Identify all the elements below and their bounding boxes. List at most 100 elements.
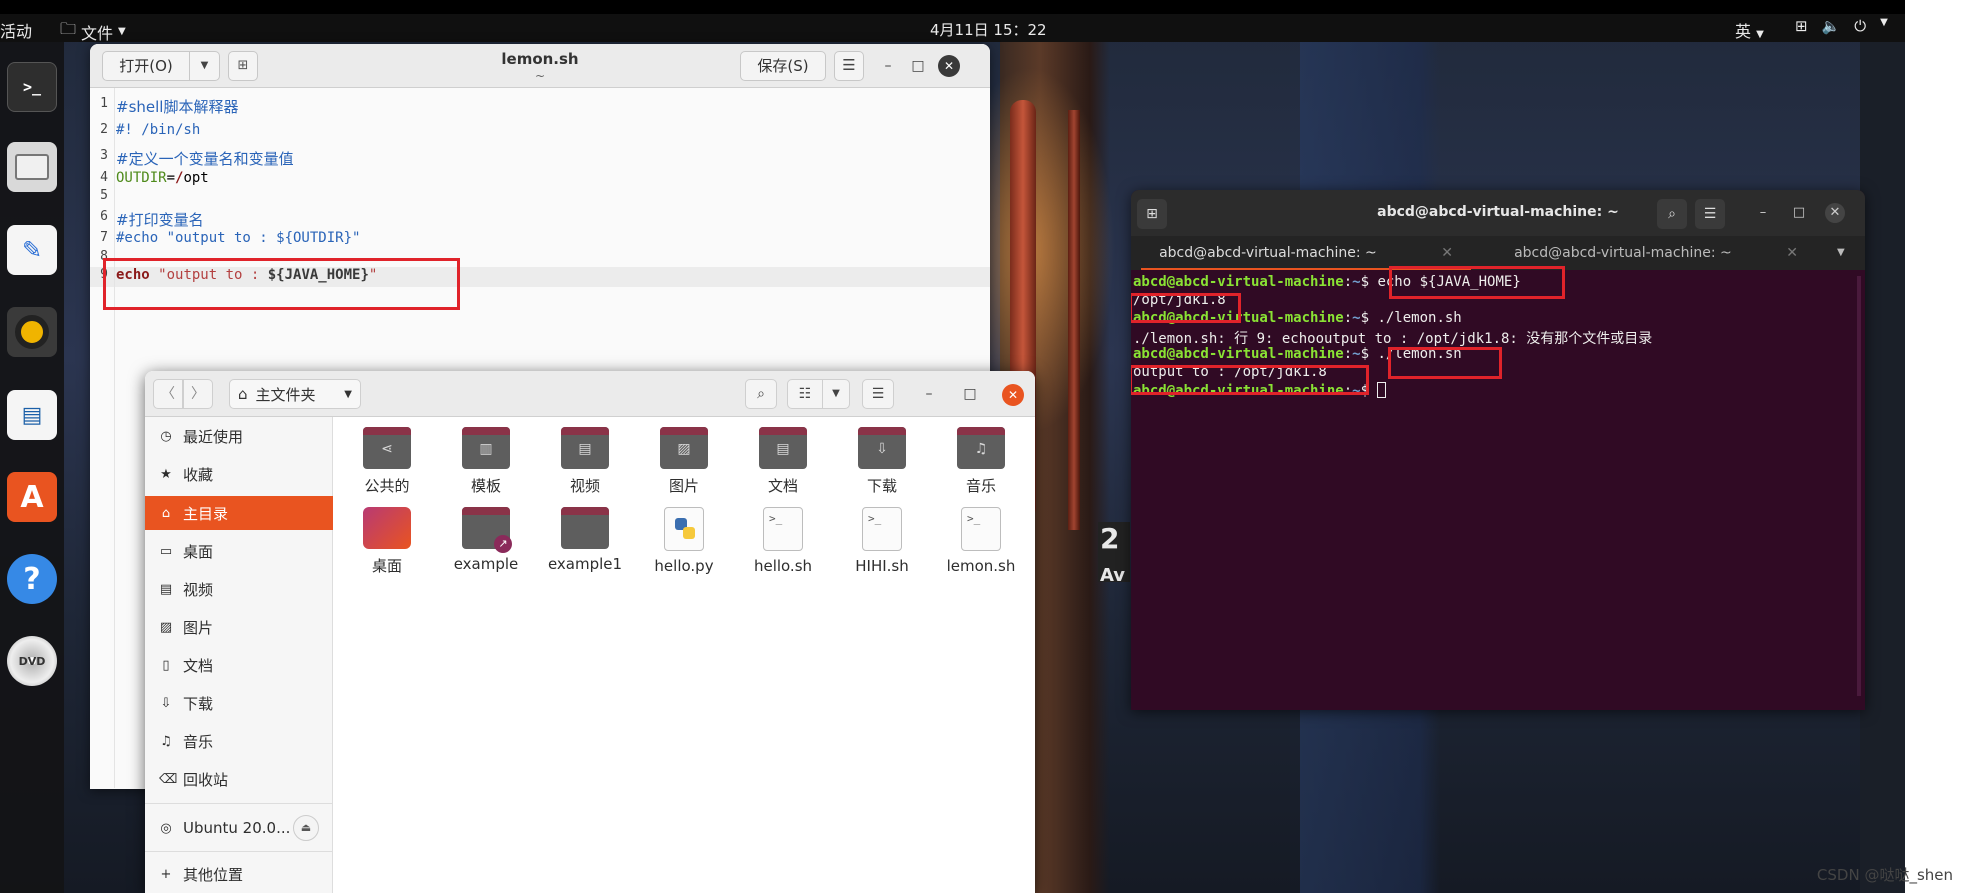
terminal-icon[interactable]: >_ (7, 62, 57, 112)
sidebar-item-label: 其他位置 (183, 865, 244, 884)
files-sidebar: ◷ 最近使用 ★ 收藏 ⌂ 主目录 ▭ 桌面 ▤ 视频 ▨ 图片 ▯ 文档 ⇩ 下载 ♫ 音乐 ⌫… (145, 417, 333, 893)
code-line: 4 OUTDIR=/opt (90, 170, 990, 190)
folder-templates[interactable]: ▥ 模板 (442, 427, 530, 496)
terminal-tab[interactable]: abcd@abcd-virtual-machine: ~ ✕ (1491, 236, 1821, 270)
folder-icon: ▨ (660, 427, 708, 469)
folder-desktop[interactable]: 桌面 (343, 507, 431, 576)
clock[interactable]: 4月11日 15：22 (930, 19, 1047, 40)
maximize-icon: □ (911, 58, 925, 74)
folder-public[interactable]: ⋖ 公共的 (343, 427, 431, 496)
file-label: 图片 (668, 477, 699, 495)
video-icon: ▤ (159, 581, 173, 597)
file-label: 下载 (866, 477, 897, 495)
star-icon: ★ (160, 466, 172, 482)
search-button[interactable]: ⌕ (1657, 199, 1687, 229)
file-label: example (453, 555, 519, 573)
sidebar-item-pictures[interactable]: ▨ 图片 (145, 610, 333, 644)
download-icon: ⇩ (160, 695, 172, 711)
file-lemon-sh[interactable]: >_ lemon.sh (937, 507, 1025, 575)
file-hihi-sh[interactable]: >_ HIHI.sh (838, 507, 926, 575)
terminal-menu-button[interactable]: ☰ (1695, 199, 1725, 229)
sidebar-item-downloads[interactable]: ⇩ 下载 (145, 686, 333, 720)
sidebar-item-starred[interactable]: ★ 收藏 (145, 457, 333, 491)
text-editor-icon[interactable]: ✎ (7, 225, 57, 275)
code-line: 2 #! /bin/sh (90, 122, 990, 142)
sidebar-item-label: 图片 (183, 618, 214, 637)
folder-icon: ⋖ (363, 427, 411, 469)
code-line: 5 (90, 188, 990, 208)
search-button[interactable]: ⌕ (745, 379, 777, 409)
folder-documents[interactable]: ▤ 文档 (739, 427, 827, 496)
activities-button[interactable]: 活动 (0, 18, 32, 42)
input-method-menu[interactable]: 英 ▼ (1735, 18, 1764, 42)
app-menu[interactable]: 🗀 文件 ▼ (60, 18, 126, 45)
sidebar-item-other-locations[interactable]: + 其他位置 (145, 857, 333, 891)
folder-videos[interactable]: ▤ 视频 (541, 427, 629, 496)
annotation-box (1389, 266, 1565, 299)
search-icon: ⌕ (757, 386, 765, 402)
file-hello-py[interactable]: hello.py (640, 507, 728, 575)
eject-button[interactable]: ⏏ (293, 815, 319, 841)
minimize-button[interactable]: – (877, 55, 899, 77)
power-icon: ⏻ (1854, 17, 1867, 35)
sidebar-item-desktop[interactable]: ▭ 桌面 (145, 534, 333, 568)
folder-example1[interactable]: example1 (541, 507, 629, 573)
save-button[interactable]: 保存(S) (740, 51, 826, 81)
sidebar-item-home[interactable]: ⌂ 主目录 (145, 496, 333, 530)
folder-icon: 🗀 (60, 19, 77, 38)
close-button[interactable]: ✕ (938, 55, 960, 77)
sidebar-item-recent[interactable]: ◷ 最近使用 (145, 419, 333, 453)
sidebar-item-label: 文档 (183, 656, 214, 675)
view-list-button[interactable]: ☷ (787, 379, 823, 409)
sidebar-item-documents[interactable]: ▯ 文档 (145, 648, 333, 682)
minimize-button[interactable]: – (1753, 203, 1773, 223)
sidebar-item-videos[interactable]: ▤ 视频 (145, 572, 333, 606)
forward-button[interactable]: 〉 (183, 379, 213, 409)
code-text: #shell脚本解释器 (116, 98, 239, 116)
hamburger-icon: ☰ (842, 56, 856, 74)
maximize-button[interactable]: □ (959, 383, 981, 405)
folder-downloads[interactable]: ⇩ 下载 (838, 427, 926, 496)
terminal-scrollbar[interactable] (1857, 276, 1861, 696)
software-center-icon[interactable]: A (7, 472, 57, 522)
editor-headerbar: 打开(O) ▼ ⊞ lemon.sh ~ 保存(S) ☰ – □ ✕ (90, 44, 990, 88)
files-menu-button[interactable]: ☰ (862, 379, 894, 409)
maximize-button[interactable]: □ (907, 55, 929, 77)
plus-icon: + (160, 866, 172, 882)
view-options-button[interactable]: ▼ (822, 379, 850, 409)
file-label: 模板 (470, 477, 501, 495)
home-icon: ⌂ (161, 505, 171, 521)
close-icon[interactable]: ✕ (1441, 245, 1453, 261)
folder-example[interactable]: ↗ example (442, 507, 530, 573)
input-method-label: 英 (1735, 22, 1752, 41)
system-menu[interactable]: ⊞ 🔈 ⏻ ▼ (1795, 17, 1888, 35)
python-file-icon (664, 507, 704, 551)
tab-label: abcd@abcd-virtual-machine: ~ (1159, 245, 1377, 261)
rhythmbox-icon[interactable] (7, 307, 57, 357)
terminal-tab[interactable]: abcd@abcd-virtual-machine: ~ ✕ (1141, 236, 1471, 270)
files-window: 〈 〉 ⌂ 主文件夹 ▼ ⌕ ☷ ▼ ☰ – □ ✕ ◷ 最近使用 ★ 收藏 ⌂ 主目… (145, 371, 1035, 893)
files-icon[interactable] (7, 142, 57, 192)
dvd-icon[interactable]: DVD (7, 636, 57, 686)
folder-music[interactable]: ♫ 音乐 (937, 427, 1025, 496)
chevron-right-icon: 〉 (191, 386, 205, 402)
editor-menu-button[interactable]: ☰ (834, 51, 864, 81)
top-bar: 活动 🗀 文件 ▼ 4月11日 15：22 英 ▼ ⊞ 🔈 ⏻ ▼ (0, 0, 1905, 45)
tabs-menu-button[interactable]: ▼ (1837, 236, 1845, 270)
path-bar-home[interactable]: ⌂ 主文件夹 ▼ (229, 379, 361, 409)
close-button[interactable]: ✕ (1002, 384, 1024, 406)
folder-pictures[interactable]: ▨ 图片 (640, 427, 728, 496)
close-button[interactable]: ✕ (1825, 203, 1845, 223)
libreoffice-writer-icon[interactable]: ▤ (7, 390, 57, 440)
file-hello-sh[interactable]: >_ hello.sh (739, 507, 827, 575)
help-icon[interactable]: ? (7, 554, 57, 604)
sidebar-item-music[interactable]: ♫ 音乐 (145, 724, 333, 758)
close-icon: ✕ (1829, 205, 1841, 220)
close-icon[interactable]: ✕ (1786, 245, 1798, 261)
back-button[interactable]: 〈 (153, 379, 183, 409)
disc-icon: ◎ (160, 820, 172, 836)
sidebar-item-label: 回收站 (183, 770, 229, 789)
maximize-button[interactable]: □ (1789, 203, 1809, 223)
sidebar-item-trash[interactable]: ⌫ 回收站 (145, 762, 333, 796)
minimize-button[interactable]: – (918, 383, 940, 405)
